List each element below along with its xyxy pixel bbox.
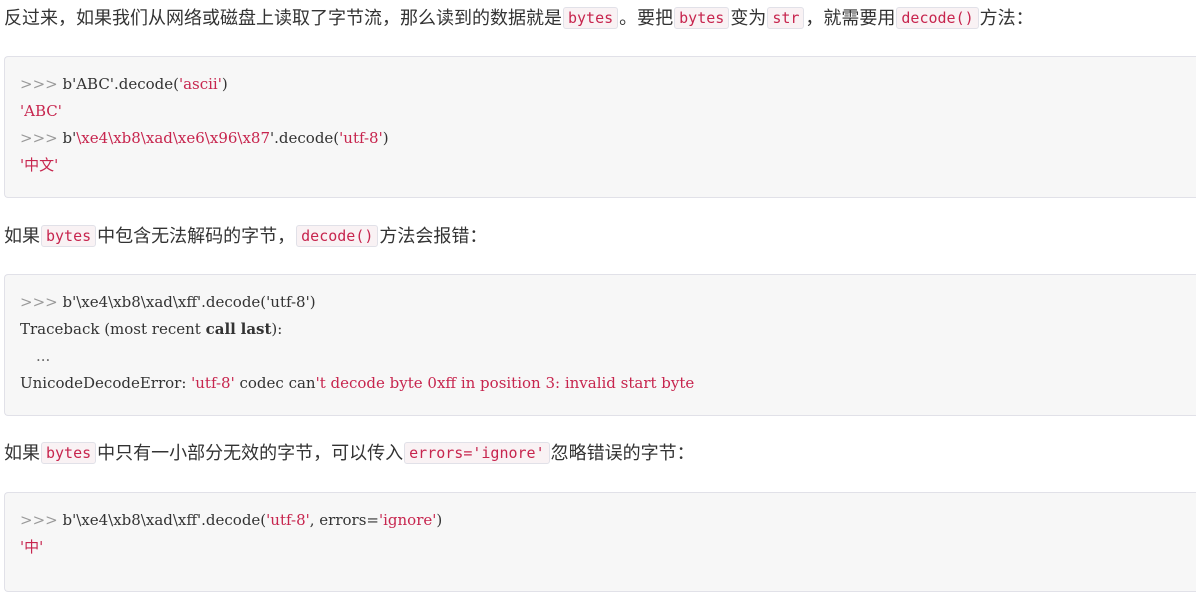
inline-code-errors-ignore: errors='ignore' [404, 442, 550, 464]
inline-code-decode: decode() [296, 225, 379, 247]
text: 方法： [979, 8, 1034, 29]
inline-code-bytes: bytes [563, 7, 619, 29]
paragraph-errors-ignore: 如果 bytes 中只有一小部分无效的字节，可以传入 errors='ignore' 忽… [4, 442, 695, 464]
code-block-decode-error: >>> b'\xe4\xb8\xad\xff'.decode('utf-8') … [4, 274, 1196, 416]
paragraph-decode-error: 如果 bytes 中包含无法解码的字节， decode() 方法会报错： [4, 225, 488, 247]
error-line: UnicodeDecodeError: 'utf-8' codec can't … [20, 374, 695, 392]
code-line: >>> b'\xe4\xb8\xad\xff'.decode('utf-8') [20, 293, 316, 311]
traceback-line: Traceback (most recent call last): [20, 320, 283, 338]
inline-code-decode: decode() [896, 7, 979, 29]
ellipsis-line: ... [36, 347, 51, 365]
prompt: >>> [20, 293, 63, 311]
code-line: >>> b'\xe4\xb8\xad\xff'.decode('utf-8', … [20, 511, 443, 529]
code-output-line: 'ABC' [20, 102, 62, 120]
code-output-line: '中' [20, 538, 44, 556]
prompt: >>> [20, 129, 63, 147]
text: 。要把 [619, 8, 674, 29]
text: 变为 [730, 8, 767, 29]
inline-code-bytes: bytes [674, 7, 730, 29]
code-block-decode-examples: >>> b'ABC'.decode('ascii') 'ABC' >>> b'\… [4, 56, 1196, 198]
code-block-errors-ignore: >>> b'\xe4\xb8\xad\xff'.decode('utf-8', … [4, 492, 1196, 592]
inline-code-bytes: bytes [41, 442, 97, 464]
code-line: >>> b'ABC'.decode('ascii') [20, 75, 228, 93]
prompt: >>> [20, 75, 63, 93]
code-output-line: '中文' [20, 156, 59, 174]
inline-code-str: str [767, 7, 805, 29]
paragraph-decode-intro: 反过来，如果我们从网络或磁盘上读取了字节流，那么读到的数据就是 bytes 。要把 b… [4, 6, 1034, 32]
inline-code-bytes: bytes [41, 225, 97, 247]
text: 反过来，如果我们从网络或磁盘上读取了字节流，那么读到的数据就是 [4, 8, 562, 29]
code-line: >>> b'\xe4\xb8\xad\xe6\x96\x87'.decode('… [20, 129, 389, 147]
prompt: >>> [20, 511, 63, 529]
text: ，就需要用 [805, 8, 896, 29]
